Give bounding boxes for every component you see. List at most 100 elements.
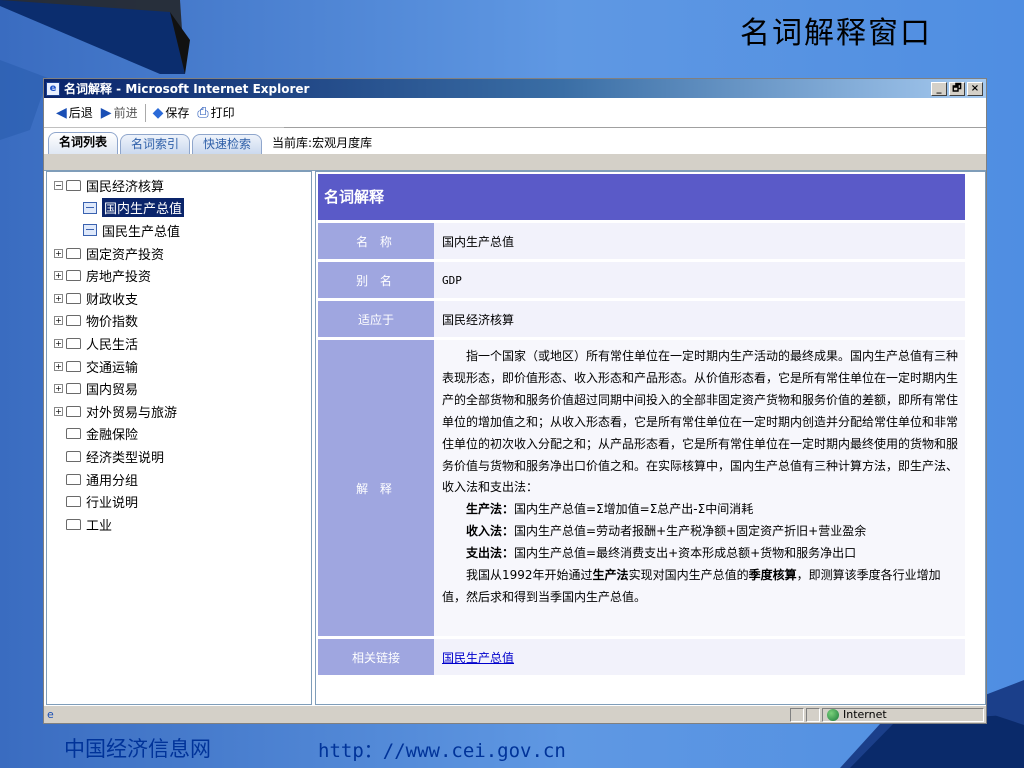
tab-quick-search[interactable]: 快速检索 xyxy=(192,134,263,154)
expand-icon[interactable]: + xyxy=(54,293,63,303)
ie-app-icon: e xyxy=(46,81,60,96)
tree-node[interactable]: − 国民经济核算 xyxy=(47,174,311,197)
detail-header: 名词解释 xyxy=(318,174,965,220)
name-label: 名 称 xyxy=(318,223,434,259)
back-arrow-icon: ◀ xyxy=(56,104,67,121)
content-area: − 国民经济核算 国内生产总值 国民生产总值 + 固定资产投资 + 房地产投资 xyxy=(44,170,986,705)
tree-leaf[interactable]: 国内生产总值 xyxy=(47,197,311,220)
tab-term-list[interactable]: 名词列表 xyxy=(48,132,119,154)
related-row: 相关链接 国民生产总值 xyxy=(318,639,965,675)
tree-leaf-label: 国民生产总值 xyxy=(102,224,181,240)
name-row: 名 称 国内生产总值 xyxy=(318,223,965,259)
tree-node[interactable]: + 对外贸易与旅游 xyxy=(47,400,311,423)
document-icon xyxy=(83,201,97,214)
tree-node[interactable]: + 国内贸易 xyxy=(47,377,311,400)
applies-value: 国民经济核算 xyxy=(434,301,965,337)
note-bold: 生产法 xyxy=(592,568,629,583)
term-tree: − 国民经济核算 国内生产总值 国民生产总值 + 固定资产投资 + 房地产投资 xyxy=(46,171,312,705)
expand-icon[interactable]: + xyxy=(54,361,63,371)
expand-icon[interactable]: + xyxy=(54,338,63,348)
tree-node[interactable]: 工业 xyxy=(47,513,311,536)
tree-node[interactable]: + 物价指数 xyxy=(47,310,311,333)
forward-arrow-icon: ▶ xyxy=(100,104,112,121)
tree-node-label: 交通运输 xyxy=(86,360,139,376)
tree-node-label: 财政收支 xyxy=(86,292,139,308)
tree-node-label: 经济类型说明 xyxy=(86,450,165,466)
tree-node-label: 行业说明 xyxy=(86,496,139,512)
tree-node-label: 金融保险 xyxy=(86,428,139,444)
expand-icon[interactable]: + xyxy=(54,384,63,394)
ie-window: e 名词解释 - Microsoft Internet Explorer _ 🗗… xyxy=(43,78,987,724)
back-button[interactable]: ◀ 后退 xyxy=(52,104,97,121)
print-label: 打印 xyxy=(210,106,235,120)
expand-icon[interactable]: + xyxy=(54,271,63,281)
expand-icon[interactable]: + xyxy=(54,248,63,258)
method-name: 支出法： xyxy=(466,546,515,561)
related-label: 相关链接 xyxy=(318,639,434,675)
explain-paragraph: 指一个国家（或地区）所有常住单位在一定时期内生产活动的最终成果。国内生产总值有三… xyxy=(442,349,959,495)
tree-node[interactable]: 金融保险 xyxy=(47,423,311,446)
folder-icon xyxy=(66,360,81,372)
expand-icon[interactable]: + xyxy=(54,316,63,326)
tree-node[interactable]: + 房地产投资 xyxy=(47,264,311,287)
tree-node-label: 物价指数 xyxy=(86,315,139,331)
folder-icon xyxy=(66,450,81,462)
tree-node[interactable]: 经济类型说明 xyxy=(47,445,311,468)
footer-url[interactable]: http：//www.cei.gov.cn xyxy=(318,736,566,763)
tab-row: 名词列表 名词索引 快速检索 当前库:宏观月度库 xyxy=(44,128,986,154)
tree-node-label: 国内贸易 xyxy=(86,383,139,399)
close-button[interactable]: × xyxy=(967,81,983,96)
tree-node[interactable]: + 交通运输 xyxy=(47,355,311,378)
folder-icon xyxy=(66,518,81,530)
tree-node-label: 房地产投资 xyxy=(86,270,152,286)
folder-icon xyxy=(66,473,81,485)
tab-term-index[interactable]: 名词索引 xyxy=(120,134,191,154)
slide-title: 名词解释窗口 xyxy=(740,16,932,51)
method-formula: 国内生产总值=Σ增加值=Σ总产出-Σ中间消耗 xyxy=(514,502,754,517)
folder-icon xyxy=(66,247,81,259)
back-label: 后退 xyxy=(68,106,93,120)
tree-node[interactable]: + 财政收支 xyxy=(47,287,311,310)
method-formula: 国内生产总值=劳动者报酬+生产税净额+固定资产折旧+营业盈余 xyxy=(514,524,867,539)
note-text: 我国从1992年开始通过 xyxy=(466,568,593,583)
folder-icon xyxy=(66,179,81,191)
tree-node[interactable]: + 人民生活 xyxy=(47,332,311,355)
minimize-button[interactable]: _ xyxy=(931,81,947,96)
folder-icon xyxy=(66,337,81,349)
method-expenditure: 支出法：国内生产总值=最终消费支出+资本形成总额+货物和服务净出口 xyxy=(442,543,959,565)
related-cell: 国民生产总值 xyxy=(434,639,965,675)
tree-node[interactable]: 通用分组 xyxy=(47,468,311,491)
forward-button[interactable]: ▶ 前进 xyxy=(97,104,142,121)
tree-node-label: 固定资产投资 xyxy=(86,247,165,263)
restore-button[interactable]: 🗗 xyxy=(949,81,965,96)
note-text: 实现对国内生产总值的 xyxy=(628,568,749,583)
security-zone: Internet xyxy=(822,707,984,722)
folder-icon xyxy=(66,383,81,395)
applies-row: 适应于 国民经济核算 xyxy=(318,301,965,337)
method-name: 收入法： xyxy=(466,524,515,539)
printer-icon: ⎙ xyxy=(197,104,209,121)
tree-node[interactable]: + 固定资产投资 xyxy=(47,242,311,265)
tree-node-label: 对外贸易与旅游 xyxy=(86,405,178,421)
detail-pane: 名词解释 名 称 国内生产总值 别 名 GDP 适应于 国民经济核算 解 释 指… xyxy=(315,171,986,705)
folder-icon xyxy=(66,270,81,282)
collapse-icon[interactable]: − xyxy=(54,180,63,190)
document-icon xyxy=(83,224,97,237)
related-link[interactable]: 国民生产总值 xyxy=(442,649,514,666)
toolbar-area: ◀ 后退 ▶ 前进 ◆ 保存 ⎙ 打印 xyxy=(44,98,986,128)
window-titlebar[interactable]: e 名词解释 - Microsoft Internet Explorer _ 🗗… xyxy=(44,79,986,98)
folder-icon xyxy=(66,496,81,508)
explain-label: 解 释 xyxy=(318,340,434,636)
folder-icon xyxy=(66,315,81,327)
status-cell xyxy=(806,707,820,722)
method-formula: 国内生产总值=最终消费支出+资本形成总额+货物和服务净出口 xyxy=(514,546,857,561)
folder-icon xyxy=(66,292,81,304)
folder-icon xyxy=(66,405,81,417)
tree-node[interactable]: 行业说明 xyxy=(47,490,311,513)
print-button[interactable]: ⎙ 打印 xyxy=(193,104,238,121)
save-button[interactable]: ◆ 保存 xyxy=(149,104,194,121)
alias-row: 别 名 GDP xyxy=(318,262,965,298)
page-status-icon: e xyxy=(47,708,54,721)
expand-icon[interactable]: + xyxy=(54,406,63,416)
tree-leaf[interactable]: 国民生产总值 xyxy=(47,219,311,242)
